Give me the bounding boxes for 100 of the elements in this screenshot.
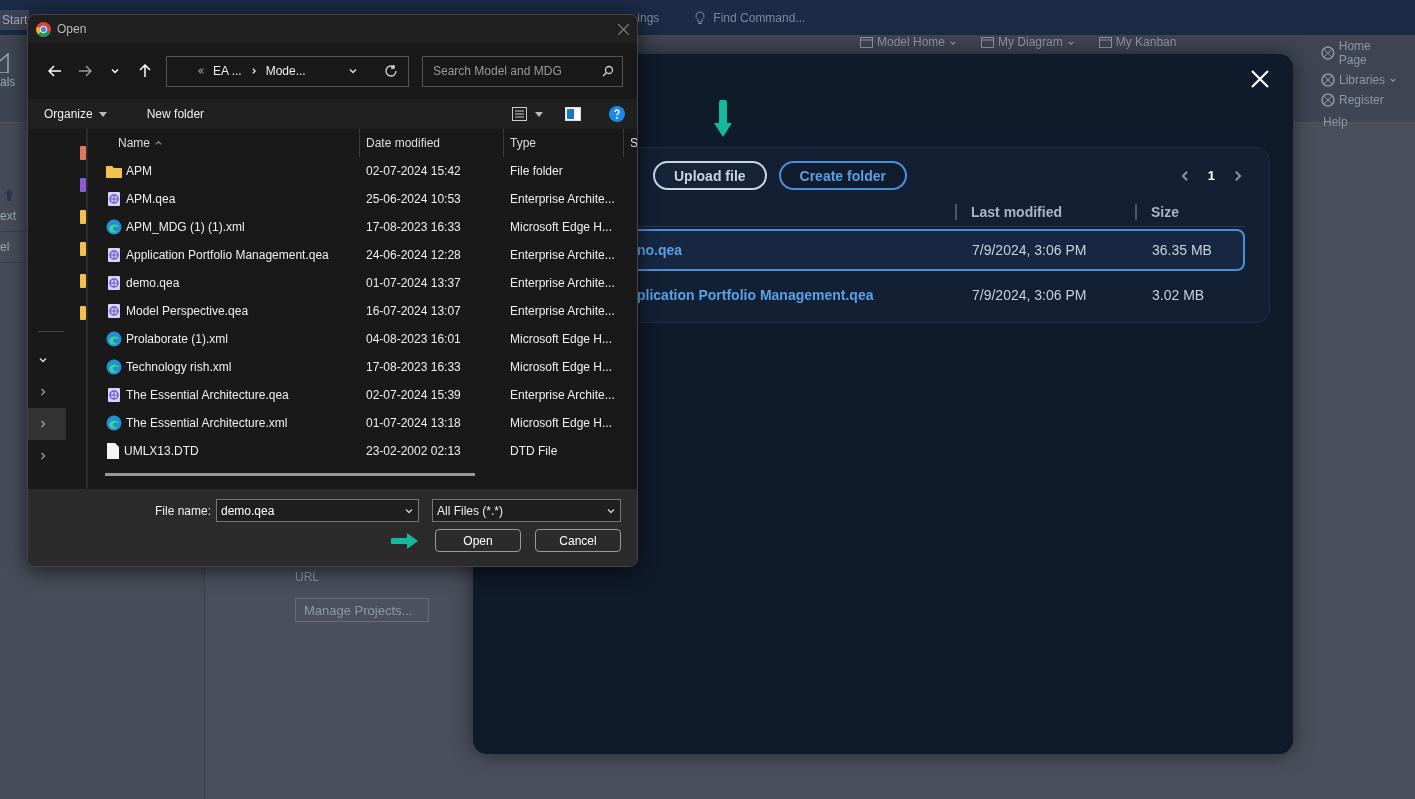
file-type-dropdown[interactable]: All Files (*.*) <box>432 499 621 522</box>
path-label[interactable]: EA ... <box>213 64 242 78</box>
browser-file-icon <box>106 331 122 347</box>
caret-icon[interactable] <box>535 111 543 117</box>
file-row[interactable]: The Essential Architecture.xml 01-07-2024 13:18 Microsoft Edge H... <box>88 409 637 437</box>
file-name: Technology rish.xml <box>126 360 232 374</box>
sort-caret-icon <box>154 138 163 148</box>
path-label[interactable]: Mode... <box>265 64 306 78</box>
file-name-field[interactable]: demo.qea <box>221 503 400 518</box>
file-row[interactable]: demo.qea 01-07-2024 13:37 Enterprise Archite... <box>88 269 637 297</box>
type-cell-text: DTD File <box>509 444 559 458</box>
chevron-down-icon <box>38 355 48 365</box>
type-cell-text: File folder <box>509 164 564 178</box>
type-cell-text: Microsoft Edge H... <box>509 332 614 346</box>
file-name: Prolaborate (1).xml <box>126 332 229 346</box>
window-icon <box>1098 37 1112 48</box>
search-box[interactable]: Search Model and MDG <box>422 55 623 87</box>
date-cell-text: 04-08-2023 16:01 <box>365 332 462 346</box>
organize-button[interactable]: Organize <box>38 103 113 125</box>
file-name: plication Portfolio Management.qea <box>637 287 875 303</box>
chevron-down-icon <box>348 66 358 76</box>
window-icon <box>860 37 873 48</box>
type-cell-text: Enterprise Archite... <box>509 388 616 402</box>
cancel-button[interactable]: Cancel <box>535 529 621 552</box>
file-row[interactable]: Prolaborate (1).xml 04-08-2023 16:01 Microsoft Edge H... <box>88 325 637 353</box>
caret-icon <box>98 111 107 117</box>
file-name-combo[interactable]: demo.qea <box>216 499 419 522</box>
size-cell: 36.35 MB <box>1152 242 1212 258</box>
group-label: Help <box>1322 115 1349 129</box>
help-icon[interactable] <box>609 106 625 122</box>
column-header[interactable]: Type <box>503 129 623 157</box>
date-cell-text: 01-07-2024 13:18 <box>365 416 462 430</box>
file-name-label: File name: <box>154 503 211 518</box>
browser-file-icon <box>106 359 122 375</box>
pointer-arrow <box>391 532 419 549</box>
browser-file-icon <box>106 415 122 431</box>
file-row[interactable]: The Essential Architecture.qea 02-07-2024 15:39 Enterprise Archite... <box>88 381 637 409</box>
column-header[interactable]: S <box>623 129 637 157</box>
url-label: URL <box>295 570 320 584</box>
file-name: UMLX13.DTD <box>124 444 199 458</box>
date-cell-text: 7/9/2024, 3:06 PM <box>972 242 1088 258</box>
document-icon <box>106 387 122 403</box>
app-logo-icon <box>36 21 51 37</box>
column-header[interactable]: Name <box>118 136 150 150</box>
file-row[interactable]: APM 02-07-2024 15:42 File folder <box>88 157 637 185</box>
document-icon <box>106 275 122 291</box>
document-icon <box>106 247 122 263</box>
ribbon-label: als <box>0 75 17 89</box>
file-row[interactable]: UMLX13.DTD 23-02-2002 02:13 DTD File <box>88 437 637 465</box>
column-header[interactable]: Last modified <box>955 204 1135 220</box>
date-cell-text: 01-07-2024 13:37 <box>365 276 462 290</box>
file-name: The Essential Architecture.xml <box>126 416 288 430</box>
type-cell-text: Enterprise Archite... <box>509 192 616 206</box>
file-row[interactable]: Model Perspective.qea 16-07-2024 13:07 Enterprise Archite... <box>88 297 637 325</box>
date-cell-text: 23-02-2002 02:13 <box>365 444 462 458</box>
lightbulb-icon <box>695 10 706 25</box>
nav-tree-item[interactable] <box>28 408 66 440</box>
ribbon-tab[interactable]: Start <box>0 10 30 30</box>
up-arrow-icon <box>4 189 14 201</box>
globe-icon <box>1321 73 1335 87</box>
address-bar[interactable]: EA ... Mode... <box>166 55 409 87</box>
menu-item[interactable]: ings <box>637 10 660 25</box>
file-name: Model Perspective.qea <box>126 304 249 318</box>
date-cell-text: 25-06-2024 10:53 <box>365 192 462 206</box>
column-header[interactable]: Date modified <box>359 129 503 157</box>
command-search-field[interactable]: Find Command... <box>713 10 834 25</box>
new-folder-button[interactable]: New folder <box>140 103 211 125</box>
forward-arrow-icon <box>78 65 92 77</box>
document-icon <box>106 191 122 207</box>
up-arrow-icon <box>139 64 151 78</box>
file-name: APM <box>126 164 152 178</box>
chevron-right-icon <box>38 451 48 461</box>
date-cell-text: 02-07-2024 15:42 <box>365 164 462 178</box>
chevron-down-icon <box>1389 76 1398 84</box>
globe-icon <box>1321 93 1335 107</box>
search-field[interactable]: Search Model and MDG <box>431 63 602 79</box>
column-header[interactable]: Size <box>1135 204 1179 220</box>
preview-pane-icon[interactable] <box>565 107 581 121</box>
type-cell-text: Enterprise Archite... <box>509 304 616 318</box>
globe-icon <box>1321 46 1335 60</box>
document-icon <box>106 303 122 319</box>
upload-file-button[interactable]: Upload file <box>653 161 767 190</box>
open-button[interactable]: Open <box>435 529 521 552</box>
window-title: Open <box>57 22 87 36</box>
file-row[interactable]: Technology rish.xml 17-08-2023 16:33 Microsoft Edge H... <box>88 353 637 381</box>
file-name: The Essential Architecture.qea <box>126 388 289 402</box>
type-cell-text: Enterprise Archite... <box>509 276 616 290</box>
browser-file-icon <box>106 219 122 235</box>
view-list-icon[interactable] <box>512 107 527 121</box>
date-cell-text: 16-07-2024 13:07 <box>365 304 462 318</box>
size-cell: 3.02 MB <box>1152 287 1205 303</box>
refresh-icon[interactable] <box>384 64 398 78</box>
file-icon <box>106 443 120 459</box>
date-cell-text: 24-06-2024 12:28 <box>365 248 462 262</box>
type-cell-text: Microsoft Edge H... <box>509 416 614 430</box>
file-name: no.qea <box>637 242 684 258</box>
create-folder-button[interactable]: Create folder <box>778 161 907 190</box>
back-arrow-icon <box>48 65 62 77</box>
page-number[interactable]: 1 <box>1207 168 1215 183</box>
date-cell-text: 7/9/2024, 3:06 PM <box>972 287 1088 303</box>
